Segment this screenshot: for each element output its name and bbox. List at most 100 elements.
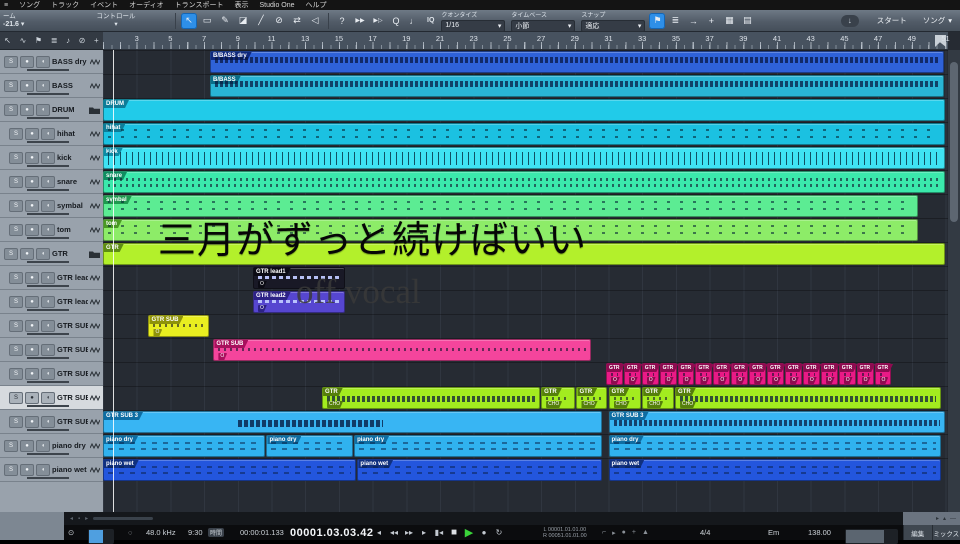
- track-row-1[interactable]: S●◖BASS: [0, 74, 103, 98]
- loop-end[interactable]: R 00051.01.01.00: [543, 533, 587, 539]
- audio-clip[interactable]: GTR SUBO: [148, 315, 209, 337]
- menu-item-トランスポート[interactable]: トランスポート: [175, 0, 224, 10]
- track-row-3[interactable]: S●◖hihat: [0, 122, 103, 146]
- volume-slider[interactable]: [27, 93, 69, 95]
- monitor-button[interactable]: ◖: [36, 248, 50, 260]
- solo-button[interactable]: S: [4, 248, 18, 260]
- horizontal-scrollbar-thumb[interactable]: [93, 517, 153, 520]
- volume-slider[interactable]: [27, 213, 69, 215]
- dropdown-value[interactable]: 1/16▾: [441, 20, 505, 32]
- audio-clip[interactable]: piano dry: [103, 435, 265, 457]
- performance-icon[interactable]: ◌: [128, 525, 132, 540]
- audio-clip[interactable]: piano dry: [266, 435, 353, 457]
- return-to-start-button[interactable]: ▮◂: [432, 528, 446, 537]
- control-link-section[interactable]: コントロール ▾: [61, 13, 171, 29]
- solo-button[interactable]: S: [9, 344, 23, 356]
- rewind-button[interactable]: ◂◂: [387, 528, 401, 537]
- mute-button[interactable]: ●: [25, 368, 39, 380]
- knob-icon[interactable]: ⊙: [68, 525, 74, 540]
- audio-clip[interactable]: piano dry: [354, 435, 602, 457]
- record-button[interactable]: ●: [477, 528, 491, 537]
- monitor-button[interactable]: ◖: [41, 200, 55, 212]
- help-button[interactable]: ?: [334, 13, 350, 29]
- pencil-tool[interactable]: ✎: [217, 13, 233, 29]
- mute-button[interactable]: ●: [25, 344, 39, 356]
- solo-button[interactable]: S: [9, 296, 23, 308]
- menu-item-Studio One[interactable]: Studio One: [259, 2, 294, 9]
- mute-tool[interactable]: ⊘: [271, 13, 287, 29]
- track-row-16[interactable]: S●◖piano dry: [0, 434, 103, 458]
- menu-item-ヘルプ[interactable]: ヘルプ: [306, 0, 327, 10]
- audio-clip[interactable]: GTRCHO: [322, 387, 540, 409]
- monitor-button[interactable]: ◖: [41, 224, 55, 236]
- flag-icon[interactable]: ⚑: [35, 36, 42, 45]
- solo-button[interactable]: S: [9, 152, 23, 164]
- solo-button[interactable]: S: [9, 416, 23, 428]
- track-row-6[interactable]: S●◖symbal: [0, 194, 103, 218]
- monitor-button[interactable]: ◖: [41, 416, 55, 428]
- split-tool[interactable]: ╱: [253, 13, 269, 29]
- clip-lane-area[interactable]: B/BASS dryB/BASSDRUMhihatkicksnaresymbal…: [103, 50, 948, 512]
- mute-button[interactable]: ●: [25, 416, 39, 428]
- play-button[interactable]: ▶: [462, 526, 476, 539]
- gain-value[interactable]: -21.6: [3, 21, 19, 28]
- audio-clip[interactable]: GTRO: [660, 363, 677, 385]
- audio-clip[interactable]: GTRCHO: [642, 387, 674, 409]
- listen-tool[interactable]: ◁: [307, 13, 323, 29]
- audio-clip[interactable]: piano dry: [609, 435, 942, 457]
- volume-slider[interactable]: [27, 453, 69, 455]
- solo-button[interactable]: S: [4, 464, 18, 476]
- audio-clip[interactable]: piano wet: [609, 459, 942, 481]
- loop-button[interactable]: ↻: [492, 528, 506, 537]
- position-display[interactable]: 00001.03.03.42: [290, 527, 373, 539]
- mute-button[interactable]: ●: [20, 248, 34, 260]
- monitor-button[interactable]: ◖: [36, 464, 50, 476]
- tempo-value[interactable]: 138.00: [808, 525, 831, 540]
- vertical-scrollbar-thumb[interactable]: [950, 62, 958, 222]
- menu-item-オーディオ[interactable]: オーディオ: [129, 0, 164, 10]
- audio-clip[interactable]: GTRO: [606, 363, 623, 385]
- zoom-mini-controls[interactable]: ▸▴—: [903, 512, 960, 525]
- marker-flag-button[interactable]: ⚑: [649, 13, 665, 29]
- solo-button[interactable]: S: [4, 104, 18, 116]
- solo-button[interactable]: S: [9, 200, 23, 212]
- audio-clip[interactable]: GTRO: [857, 363, 874, 385]
- monitor-button[interactable]: ◖: [41, 368, 55, 380]
- zoom-icon[interactable]: —: [950, 516, 956, 522]
- solo-button[interactable]: S: [9, 128, 23, 140]
- start-page-button[interactable]: スタート: [877, 15, 907, 26]
- monitor-button[interactable]: ◖: [36, 56, 50, 68]
- time-signature[interactable]: 4/4: [700, 525, 710, 540]
- song-page-button[interactable]: ソング ▾: [923, 15, 952, 26]
- track-row-5[interactable]: S●◖snare: [0, 170, 103, 194]
- menu-item-イベント[interactable]: イベント: [90, 0, 118, 10]
- note-icon[interactable]: ♪: [66, 36, 70, 45]
- track-row-0[interactable]: S●◖BASS dry: [0, 50, 103, 74]
- audio-clip[interactable]: B/BASS dry: [210, 51, 945, 73]
- crosshair-button[interactable]: +: [703, 13, 719, 29]
- mute-button[interactable]: ●: [25, 176, 39, 188]
- track-row-4[interactable]: S●◖kick: [0, 146, 103, 170]
- monitor-button[interactable]: ◖: [36, 440, 50, 452]
- volume-slider[interactable]: [27, 429, 69, 431]
- autoscroll-button[interactable]: →: [685, 13, 701, 29]
- zoom-icon[interactable]: ▴: [943, 515, 946, 522]
- volume-slider[interactable]: [27, 189, 69, 191]
- monitor-button[interactable]: ◖: [36, 104, 50, 116]
- timeline-ruler[interactable]: 3579111315171921232527293133353739414345…: [103, 32, 948, 50]
- mute-button[interactable]: ●: [20, 440, 34, 452]
- mute-button[interactable]: ●: [25, 224, 39, 236]
- bend-tool[interactable]: ⇄: [289, 13, 305, 29]
- scroll-icon[interactable]: ◂: [70, 515, 73, 522]
- mute-button[interactable]: ●: [25, 320, 39, 332]
- monitor-button[interactable]: ◖: [41, 344, 55, 356]
- scroll-icon[interactable]: ▪: [78, 516, 80, 522]
- audio-clip[interactable]: piano wet: [103, 459, 356, 481]
- download-button[interactable]: ↓: [841, 15, 859, 27]
- vertical-scrollbar[interactable]: [948, 50, 960, 512]
- monitor-button[interactable]: ◖: [41, 152, 55, 164]
- volume-slider[interactable]: [27, 237, 69, 239]
- hamburger-icon[interactable]: ≡: [4, 2, 8, 9]
- dropdown-value[interactable]: 小節▾: [511, 20, 575, 32]
- track-row-9[interactable]: S●◖GTR lead1: [0, 266, 103, 290]
